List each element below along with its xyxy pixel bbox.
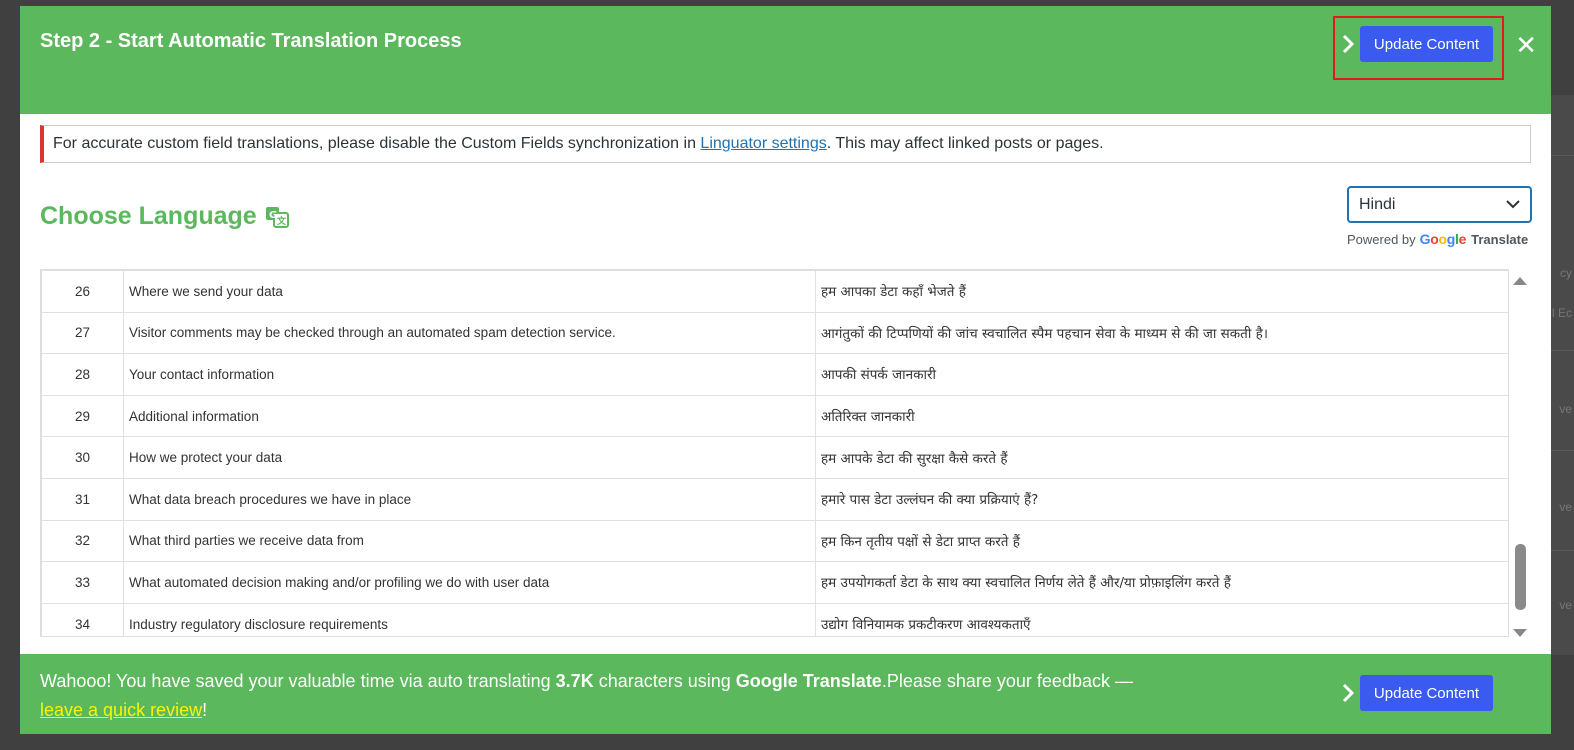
- translation-table: 26 Where we send your data हम आपका डेटा कह…: [40, 269, 1509, 637]
- translated-string[interactable]: हम आपका डेटा कहाँ भेजते हैं: [815, 270, 1508, 313]
- row-number: 33: [41, 561, 124, 604]
- language-select[interactable]: Hindi: [1347, 186, 1532, 223]
- google-logo-letter: e: [1458, 231, 1467, 247]
- translated-string[interactable]: अतिरिक्त जानकारी: [815, 394, 1508, 438]
- chevron-right-icon: [1342, 34, 1354, 54]
- modal-title: Step 2 - Start Automatic Translation Pro…: [40, 30, 462, 52]
- powered-by-google: Powered by Google Translate: [1347, 231, 1528, 247]
- svg-text:G: G: [269, 210, 277, 221]
- translation-modal: Step 2 - Start Automatic Translation Pro…: [20, 6, 1551, 734]
- table-row: 27 Visitor comments may be checked throug…: [41, 311, 1508, 355]
- choose-language-heading: Choose Language G 文: [40, 202, 289, 231]
- google-logo-letter: o: [1438, 231, 1448, 247]
- translate-icon: G 文: [265, 206, 289, 228]
- google-logo-letter: o: [1430, 231, 1439, 247]
- update-content-button[interactable]: Update Content: [1359, 26, 1493, 62]
- scroll-up-arrow-icon[interactable]: [1513, 277, 1527, 285]
- translate-label: Translate: [1471, 231, 1529, 247]
- source-string: Visitor comments may be checked through …: [123, 311, 816, 355]
- table-row: 26 Where we send your data हम आपका डेटा कह…: [41, 270, 1508, 313]
- selected-language: Hindi: [1359, 195, 1396, 213]
- translated-string[interactable]: हमारे पास डेटा उल्लंघन की क्या प्रक्रिया…: [815, 477, 1508, 521]
- row-number: 29: [41, 394, 124, 438]
- footer-actions: Update Content: [1342, 675, 1493, 711]
- header-actions: Update Content: [1342, 26, 1493, 62]
- source-string: What data breach procedures we have in p…: [123, 477, 816, 521]
- leave-review-link[interactable]: leave a quick review: [40, 700, 202, 720]
- row-number: 31: [41, 477, 124, 521]
- table-row: 31 What data breach procedures we have in…: [41, 477, 1508, 521]
- savings-text: Wahooo! You have saved your valuable tim…: [40, 671, 556, 691]
- chevron-down-icon: [1506, 196, 1520, 214]
- savings-message: Wahooo! You have saved your valuable tim…: [40, 667, 1220, 725]
- translated-string[interactable]: हम किन तृतीय पक्षों से डेटा प्राप्त करते…: [815, 519, 1508, 563]
- backdrop-text: ve: [1559, 598, 1572, 612]
- linguator-settings-link[interactable]: Linguator settings: [700, 135, 826, 152]
- translated-string[interactable]: हम उपयोगकर्ता डेटा के साथ क्या स्वचालित …: [815, 561, 1508, 604]
- source-string: How we protect your data: [123, 436, 816, 479]
- source-string: Industry regulatory disclosure requireme…: [123, 602, 816, 636]
- translated-string[interactable]: हम आपके डेटा की सुरक्षा कैसे करते हैं: [815, 436, 1508, 479]
- notice-text: For accurate custom field translations, …: [53, 135, 1104, 153]
- source-string: What third parties we receive data from: [123, 519, 816, 563]
- source-string: What automated decision making and/or pr…: [123, 561, 816, 604]
- svg-text:文: 文: [276, 215, 287, 227]
- notice-text-after: . This may affect linked posts or pages.: [826, 135, 1104, 152]
- backdrop-text: l Ec: [1551, 306, 1572, 320]
- row-number: 32: [41, 519, 124, 563]
- powered-by-label: Powered by: [1347, 231, 1416, 247]
- service-name: Google Translate: [735, 671, 882, 691]
- source-string: Where we send your data: [123, 270, 816, 313]
- google-logo: Google: [1419, 231, 1467, 247]
- savings-text: characters using: [593, 671, 736, 691]
- close-icon[interactable]: ✕: [1515, 32, 1537, 58]
- translated-string[interactable]: आगंतुकों की टिप्पणियों की जांच स्वचालित …: [815, 311, 1508, 355]
- savings-text: .Please share your feedback —: [881, 671, 1133, 691]
- source-string: Your contact information: [123, 353, 816, 396]
- table-row: 34 Industry regulatory disclosure require…: [41, 602, 1508, 636]
- table-row: 33 What automated decision making and/or …: [41, 561, 1508, 604]
- modal-footer: Wahooo! You have saved your valuable tim…: [20, 654, 1551, 734]
- table-row: 28 Your contact information आपकी संपर्क जा…: [41, 353, 1508, 396]
- savings-text: !: [202, 700, 208, 720]
- row-number: 27: [41, 311, 124, 355]
- row-number: 26: [41, 270, 124, 313]
- scroll-down-arrow-icon[interactable]: [1513, 629, 1527, 637]
- row-number: 30: [41, 436, 124, 479]
- notice-text-before: For accurate custom field translations, …: [53, 135, 701, 152]
- table-row: 30 How we protect your data हम आपके डेटा क…: [41, 436, 1508, 479]
- google-logo-letter: G: [1419, 231, 1431, 247]
- backdrop-text: ve: [1559, 402, 1572, 416]
- table-row: 29 Additional information अतिरिक्त जानकारी: [41, 394, 1508, 438]
- table-scrollbar[interactable]: [1511, 269, 1531, 637]
- row-number: 28: [41, 353, 124, 396]
- source-string: Additional information: [123, 394, 816, 438]
- custom-fields-notice: For accurate custom field translations, …: [40, 125, 1531, 163]
- choose-language-label: Choose Language: [40, 202, 257, 230]
- row-number: 34: [41, 602, 124, 636]
- scroll-thumb[interactable]: [1515, 544, 1526, 610]
- update-content-button-footer[interactable]: Update Content: [1359, 675, 1493, 711]
- table-row: 32 What third parties we receive data fro…: [41, 519, 1508, 563]
- chevron-right-icon: [1342, 683, 1354, 703]
- translated-string[interactable]: उद्योग विनियामक प्रकटीकरण आवश्यकताएँ: [815, 602, 1508, 636]
- character-count: 3.7K: [555, 671, 594, 691]
- google-logo-letter: g: [1446, 231, 1456, 247]
- translated-string[interactable]: आपकी संपर्क जानकारी: [815, 353, 1508, 396]
- backdrop-text: cy: [1560, 266, 1572, 280]
- backdrop-text: ve: [1559, 500, 1572, 514]
- modal-header: Step 2 - Start Automatic Translation Pro…: [20, 6, 1551, 114]
